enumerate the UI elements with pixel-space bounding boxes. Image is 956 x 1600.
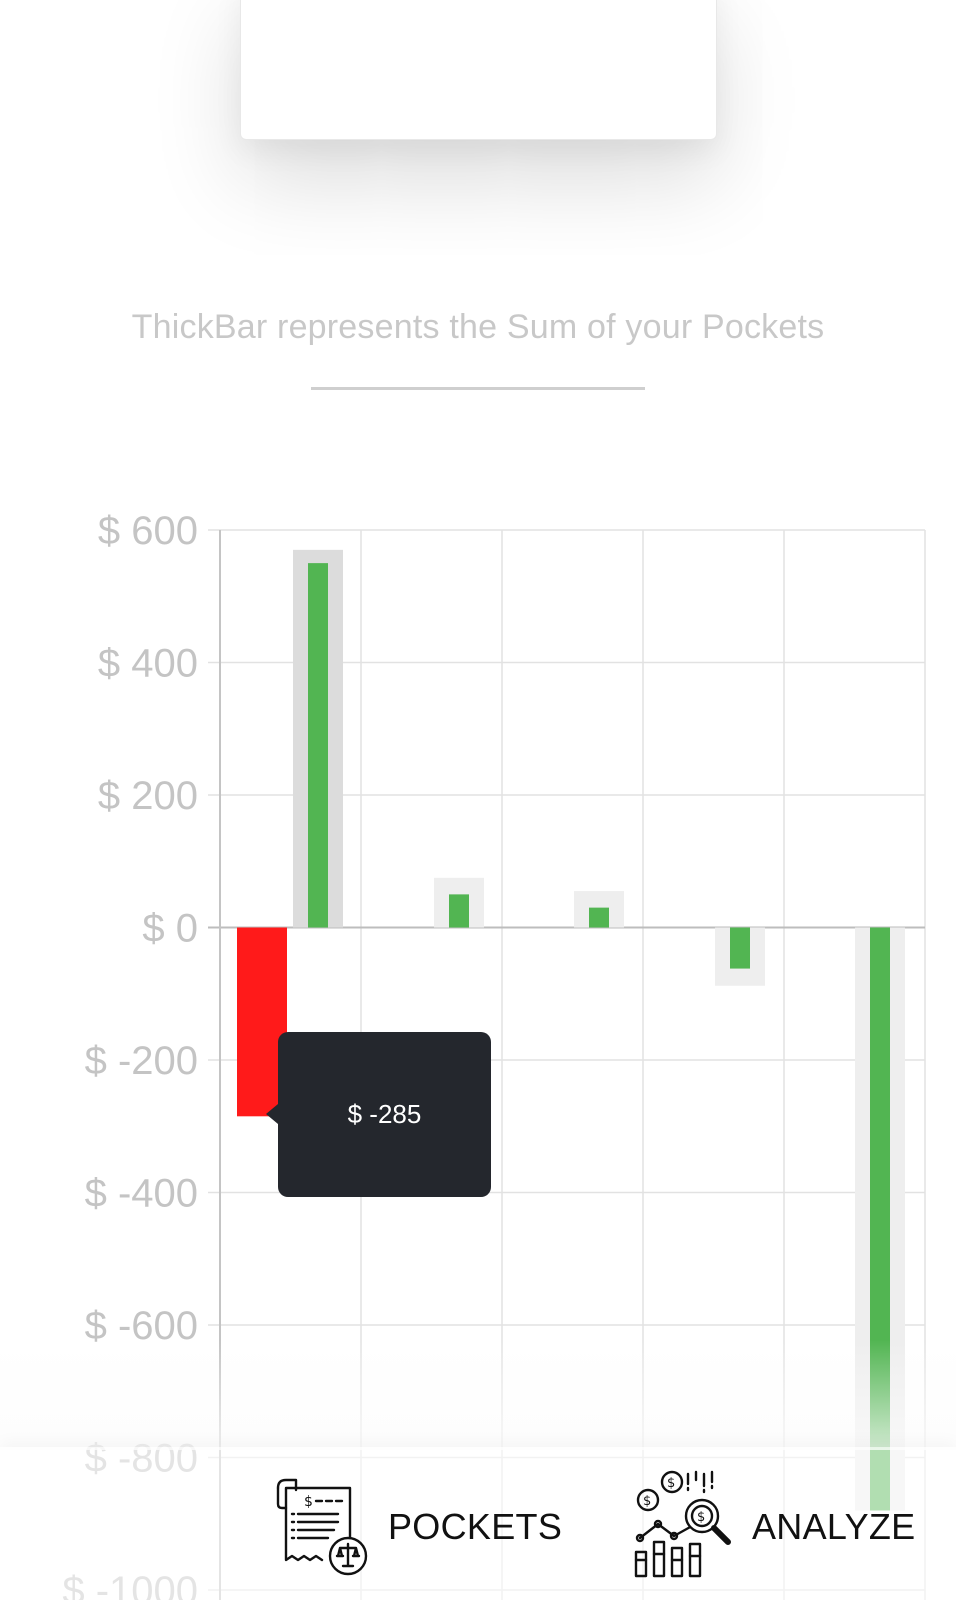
tooltip-value: $ -285	[347, 1099, 422, 1129]
y-tick-label: $ -600	[85, 1304, 198, 1348]
pocket-bar[interactable]	[589, 907, 609, 928]
nav-analyze[interactable]: $ $ $ ANALYZE	[632, 1447, 916, 1600]
y-tick-label: $ -400	[85, 1172, 198, 1216]
nav-pockets[interactable]: $ POCKETS	[268, 1447, 562, 1600]
y-tick-label: $ -200	[85, 1039, 198, 1083]
svg-text:$: $	[304, 1494, 313, 1510]
bar-tooltip: $ -285	[266, 1032, 491, 1197]
y-tick-label: $ 400	[98, 642, 198, 686]
pocket-bar[interactable]	[308, 563, 328, 928]
bottom-navigation: $ POCKETS $ $ $ ANALYZE	[0, 1447, 956, 1600]
pockets-bar-chart: $ 600$ 400$ 200$ 0$ -200$ -400$ -600$ -8…	[62, 509, 926, 1600]
analytics-magnifier-icon: $ $ $	[634, 1470, 731, 1577]
svg-text:$: $	[643, 1494, 651, 1509]
y-axis-ticks: $ 600$ 400$ 200$ 0$ -200$ -400$ -600$ -8…	[62, 509, 198, 1600]
nav-pockets-label: POCKETS	[388, 1505, 563, 1547]
svg-text:$: $	[667, 1476, 675, 1491]
pocket-bar[interactable]	[870, 927, 890, 1511]
receipt-scale-icon: $	[276, 1478, 368, 1575]
y-tick-label: $ 600	[98, 509, 198, 553]
chart-bars	[237, 549, 905, 1511]
y-tick-label: $ 0	[142, 907, 198, 951]
pocket-bar[interactable]	[449, 894, 469, 928]
app-root: ThickBar represents the Sum of your Pock…	[0, 0, 956, 1600]
y-tick-label: $ 200	[98, 774, 198, 818]
nav-analyze-label: ANALYZE	[752, 1505, 916, 1547]
svg-text:$: $	[697, 1510, 705, 1525]
pocket-bar[interactable]	[730, 927, 750, 969]
